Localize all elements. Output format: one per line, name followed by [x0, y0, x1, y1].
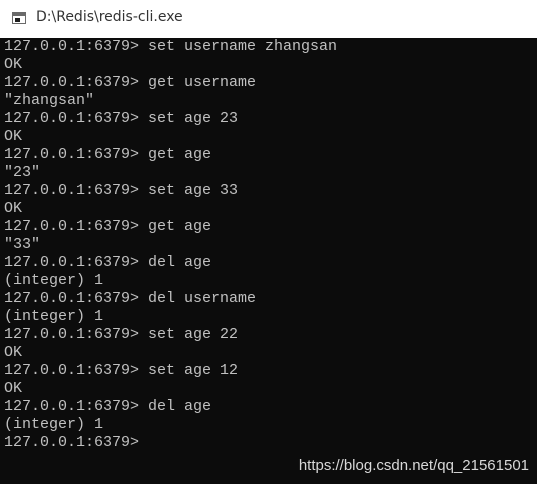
console-line: 127.0.0.1:6379> get username [4, 74, 257, 91]
console-line: 127.0.0.1:6379> set username zhangsan [4, 38, 338, 55]
console-line: 127.0.0.1:6379> set age 33 [4, 182, 239, 199]
console-line: 127.0.0.1:6379> set age 12 [4, 362, 239, 379]
console-line: 127.0.0.1:6379> del username [4, 290, 257, 307]
console-window-icon [12, 12, 26, 24]
console-line: (integer) 1 [4, 308, 104, 325]
watermark-text: https://blog.csdn.net/qq_21561501 [298, 457, 529, 474]
redis-cli-window: D:\Redis\redis-cli.exe 127.0.0.1:6379> s… [0, 0, 537, 484]
console-output-area[interactable]: 127.0.0.1:6379> set username zhangsan OK… [0, 38, 537, 484]
command-prompt-input[interactable]: 127.0.0.1:6379> [4, 434, 337, 452]
console-line: 127.0.0.1:6379> del age [4, 254, 212, 271]
console-line: 127.0.0.1:6379> get age [4, 218, 212, 235]
console-line: 127.0.0.1:6379> set age 22 [4, 326, 239, 343]
console-line: OK [4, 200, 23, 217]
console-line: OK [4, 128, 23, 145]
console-line: 127.0.0.1:6379> get age [4, 146, 212, 163]
console-line: OK [4, 344, 23, 361]
console-line: "33" [4, 236, 41, 253]
console-line: 127.0.0.1:6379> del age [4, 398, 212, 415]
console-line: OK [4, 380, 23, 397]
console-line: "23" [4, 164, 41, 181]
console-line: 127.0.0.1:6379> set age 23 [4, 110, 239, 127]
console-line: "zhangsan" [4, 92, 95, 109]
console-line: (integer) 1 [4, 416, 104, 433]
prompt-text: 127.0.0.1:6379> [4, 434, 140, 451]
console-line: OK [4, 56, 23, 73]
console-lines: 127.0.0.1:6379> set username zhangsan OK… [4, 38, 337, 452]
console-line: (integer) 1 [4, 272, 104, 289]
window-title: D:\Redis\redis-cli.exe [36, 9, 183, 25]
title-bar[interactable]: D:\Redis\redis-cli.exe [0, 0, 537, 38]
